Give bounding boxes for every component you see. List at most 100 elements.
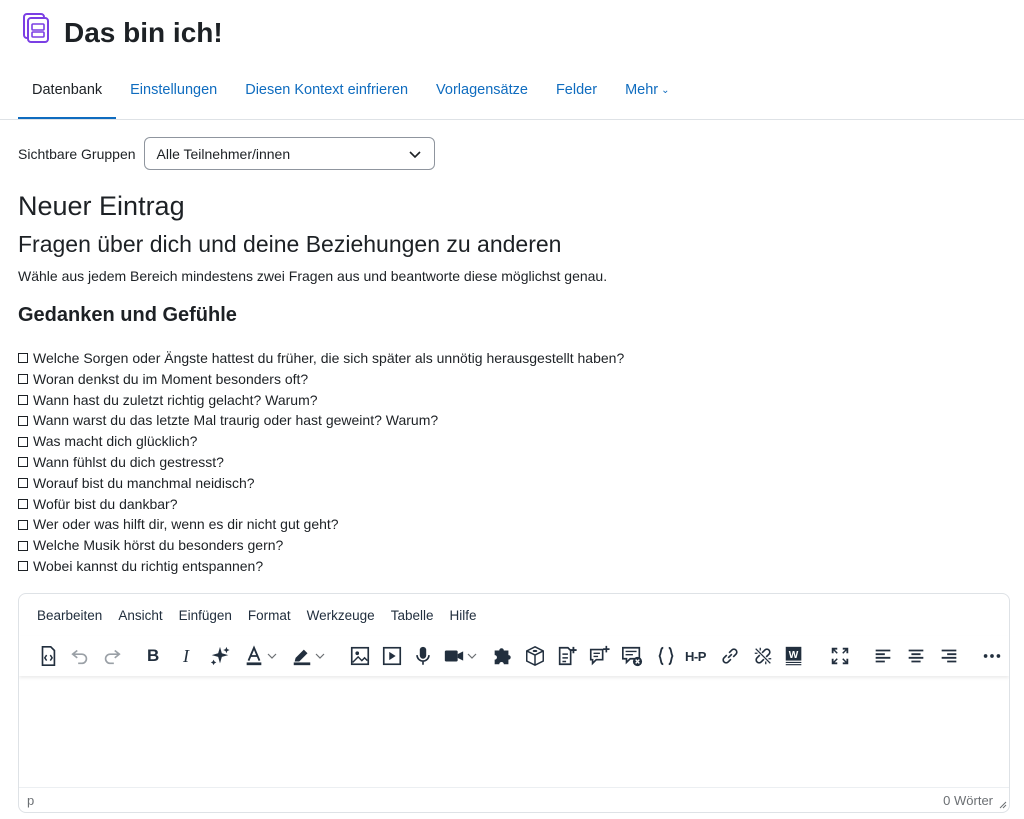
- page-header: Das bin ich! Datenbank Einstellungen Die…: [0, 0, 1024, 120]
- fullscreen-icon: [831, 647, 849, 665]
- rich-text-editor: Bearbeiten Ansicht Einfügen Format Werkz…: [18, 593, 1010, 813]
- content-add-button[interactable]: [556, 642, 578, 670]
- block-icon: [526, 646, 544, 666]
- tab-einstellungen[interactable]: Einstellungen: [116, 72, 231, 120]
- menu-einfuegen[interactable]: Einfügen: [171, 606, 240, 625]
- list-item: Wer oder was hilft dir, wenn es dir nich…: [18, 514, 624, 535]
- checkbox-icon: [18, 436, 28, 447]
- menu-bearbeiten[interactable]: Bearbeiten: [29, 606, 110, 625]
- ai-sparkle-icon: [210, 646, 230, 666]
- link-icon: [722, 648, 738, 664]
- image-icon: [350, 646, 370, 666]
- text-color-button[interactable]: [243, 642, 277, 670]
- equation-button[interactable]: [655, 642, 677, 670]
- page-title: Das bin ich!: [64, 17, 223, 48]
- checkbox-icon: [18, 394, 28, 405]
- chevron-down-icon: [267, 653, 277, 659]
- editor-toolbar: B I H-P W: [19, 636, 1009, 676]
- editor-content-area[interactable]: [19, 678, 1009, 788]
- link-button[interactable]: [719, 642, 741, 670]
- editor-menubar: Bearbeiten Ansicht Einfügen Format Werkz…: [29, 606, 485, 625]
- align-left-button[interactable]: [872, 642, 894, 670]
- plugin-button[interactable]: [491, 642, 513, 670]
- word-count[interactable]: 0 Wörter: [943, 793, 993, 808]
- list-item: Welche Musik hörst du besonders gern?: [18, 535, 624, 556]
- align-center-icon: [908, 649, 924, 663]
- question-text: Wann fühlst du dich gestresst?: [33, 453, 224, 470]
- redo-button[interactable]: [101, 642, 123, 670]
- resize-handle-icon[interactable]: [997, 799, 1007, 809]
- menu-werkzeuge[interactable]: Werkzeuge: [299, 606, 383, 625]
- align-right-button[interactable]: [938, 642, 960, 670]
- tab-mehr-label: Mehr: [625, 82, 659, 98]
- groups-label: Sichtbare Gruppen: [18, 145, 136, 162]
- menu-tabelle[interactable]: Tabelle: [383, 606, 442, 625]
- fullscreen-button[interactable]: [829, 642, 851, 670]
- italic-button[interactable]: I: [183, 642, 189, 670]
- svg-text:W: W: [789, 650, 799, 661]
- highlight-color-button[interactable]: [291, 642, 325, 670]
- word-import-button[interactable]: W: [783, 642, 805, 670]
- source-code-button[interactable]: [37, 642, 59, 670]
- section-title: Gedanken und Gefühle: [18, 304, 237, 326]
- block-button[interactable]: [524, 642, 546, 670]
- question-text: Woran denkst du im Moment besonders oft?: [33, 370, 309, 387]
- checkbox-icon: [18, 498, 28, 509]
- chevron-down-icon: [467, 653, 477, 659]
- menu-hilfe[interactable]: Hilfe: [441, 606, 484, 625]
- checkbox-icon: [18, 374, 28, 385]
- groups-select-value: Alle Teilnehmer/innen: [156, 145, 291, 162]
- tab-divider: [0, 119, 1024, 120]
- bold-button[interactable]: B: [147, 642, 159, 670]
- puzzle-icon: [494, 648, 511, 665]
- list-item: Wann fühlst du dich gestresst?: [18, 452, 624, 473]
- list-item: Worauf bist du manchmal neidisch?: [18, 473, 624, 494]
- menu-ansicht[interactable]: Ansicht: [110, 606, 170, 625]
- h5p-icon: H-P: [685, 648, 706, 664]
- media-icon: [382, 646, 402, 666]
- list-item: Wann warst du das letzte Mal traurig ode…: [18, 410, 624, 431]
- entry-heading: Neuer Eintrag: [18, 191, 185, 221]
- list-item: Woran denkst du im Moment besonders oft?: [18, 369, 624, 390]
- record-video-button[interactable]: [443, 642, 477, 670]
- image-button[interactable]: [349, 642, 371, 670]
- more-button[interactable]: [981, 642, 1003, 670]
- content-add-icon: [558, 646, 577, 666]
- chevron-down-icon: ⌄: [661, 85, 670, 96]
- question-text: Wann hast du zuletzt richtig gelacht? Wa…: [33, 391, 318, 408]
- chevron-down-icon: [408, 150, 421, 158]
- record-audio-button[interactable]: [412, 642, 434, 670]
- word-import-icon: W: [785, 646, 802, 666]
- question-text: Wofür bist du dankbar?: [33, 495, 178, 512]
- undo-button[interactable]: [69, 642, 91, 670]
- list-item: Wobei kannst du richtig entspannen?: [18, 556, 624, 577]
- tab-datenbank[interactable]: Datenbank: [18, 72, 117, 120]
- list-item: Welche Sorgen oder Ängste hattest du frü…: [18, 348, 624, 369]
- video-camera-icon: [444, 650, 464, 662]
- unlink-button[interactable]: [752, 642, 774, 670]
- highlight-color-icon: [293, 649, 311, 666]
- redo-icon: [104, 649, 121, 665]
- italic-icon: I: [183, 645, 189, 666]
- chat-remove-button[interactable]: [621, 642, 643, 670]
- list-item: Was macht dich glücklich?: [18, 431, 624, 452]
- tab-mehr[interactable]: Mehr ⌄: [611, 72, 683, 120]
- chat-add-button[interactable]: [588, 642, 610, 670]
- undo-icon: [71, 649, 88, 665]
- tab-kontext-einfrieren[interactable]: Diesen Kontext einfrieren: [231, 72, 422, 120]
- groups-select[interactable]: Alle Teilnehmer/innen: [143, 137, 435, 170]
- element-path[interactable]: p: [27, 793, 34, 808]
- align-center-button[interactable]: [905, 642, 927, 670]
- media-button[interactable]: [381, 642, 403, 670]
- menu-format[interactable]: Format: [240, 606, 299, 625]
- checkbox-icon: [18, 457, 28, 468]
- tab-felder[interactable]: Felder: [542, 72, 611, 120]
- editor-statusbar: p 0 Wörter: [19, 787, 1009, 812]
- chevron-down-icon: [315, 653, 325, 659]
- ai-button[interactable]: [209, 642, 231, 670]
- h5p-button[interactable]: H-P: [685, 642, 706, 670]
- list-item: Wofür bist du dankbar?: [18, 494, 624, 515]
- checkbox-icon: [18, 519, 28, 530]
- tab-vorlagensaetze[interactable]: Vorlagensätze: [422, 72, 542, 120]
- braces-icon: [658, 646, 674, 666]
